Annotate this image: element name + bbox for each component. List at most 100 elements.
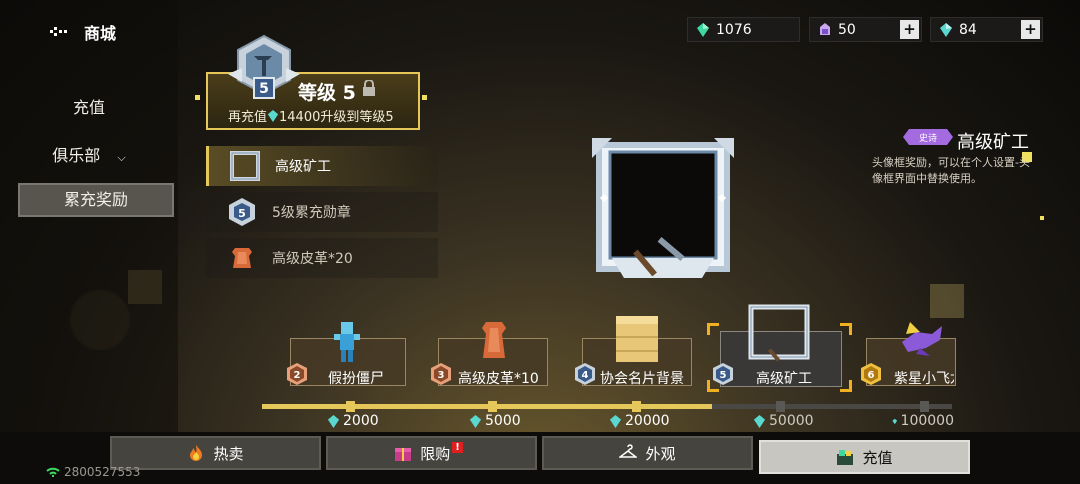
- fire-icon: [190, 445, 203, 461]
- reward-item-frame[interactable]: 高级矿工: [206, 146, 438, 186]
- reward-detail-desc: 头像框奖励，可以在个人设置-头像框界面中替换使用。: [872, 156, 1030, 185]
- user-id: 2800527553: [46, 465, 140, 479]
- gem-icon: [892, 418, 898, 424]
- avatar-frame-preview: [592, 138, 734, 278]
- threshold-amount: 100000: [892, 413, 954, 429]
- wifi-icon: [46, 467, 60, 477]
- tab-hot[interactable]: 热卖: [110, 436, 321, 470]
- floating-particle: [930, 284, 964, 318]
- shop-screen: 商城 充值 俱乐部 ⌵ 累充奖励 1076 50 + 84 + 5 等级 5 再…: [0, 0, 1080, 484]
- gem-count: 1076: [716, 21, 752, 38]
- step-badge-5: 5: [713, 363, 733, 385]
- sidebar-item-label: 俱乐部: [52, 146, 101, 165]
- tab-label: 热卖: [213, 444, 244, 463]
- hint-suffix: 升级到等级5: [320, 110, 394, 125]
- uid-text: 2800527553: [64, 465, 141, 479]
- sidebar-item-recharge[interactable]: 充值: [0, 94, 178, 118]
- crystal-count: 50: [838, 21, 856, 38]
- svg-text:5: 5: [238, 207, 246, 220]
- leather-icon: [232, 248, 252, 268]
- purple-dragon-icon: [902, 322, 942, 356]
- track-label: 紫星小飞龙: [894, 371, 954, 387]
- level-badge-icon: 5: [228, 34, 300, 99]
- svg-text:史诗: 史诗: [919, 132, 937, 144]
- green-gem-icon: [697, 22, 709, 37]
- add-crystal-button[interactable]: +: [900, 20, 919, 39]
- zombie-icon: [334, 322, 360, 362]
- threshold-amount: 20000: [609, 413, 670, 429]
- threshold-amount: 2000: [327, 413, 379, 429]
- gem-icon: [327, 414, 340, 428]
- selection-bracket: [840, 380, 852, 392]
- step-badge-2: 2: [287, 363, 307, 385]
- level-title: 等级 5: [298, 82, 356, 104]
- tab-label: 外观: [645, 444, 676, 463]
- step-badge-6: 6: [861, 363, 881, 385]
- floating-particle: [422, 95, 427, 100]
- avatar-frame-icon: [230, 151, 260, 181]
- reward-item-leather[interactable]: 高级皮革*20: [206, 238, 438, 278]
- reward-label: 高级皮革*20: [272, 251, 353, 267]
- progress-tick: [632, 401, 641, 412]
- card-background-icon: [616, 316, 658, 362]
- alert-badge: !: [452, 441, 463, 453]
- gem-icon: [267, 110, 279, 122]
- progress-tick: [346, 401, 355, 412]
- progress-tick: [920, 401, 929, 412]
- floating-particle: [1040, 216, 1044, 220]
- gift-icon: [395, 448, 412, 461]
- gem-icon: [469, 414, 482, 428]
- threshold-amount: 50000: [753, 413, 814, 429]
- svg-text:6: 6: [868, 370, 875, 381]
- purple-crystal-icon: [820, 22, 830, 35]
- back-arrow-icon: [50, 22, 70, 43]
- back-button[interactable]: 商城: [50, 20, 116, 44]
- svg-text:4: 4: [582, 370, 589, 381]
- reward-label: 高级矿工: [275, 159, 331, 175]
- step-badge-3: 3: [431, 363, 451, 385]
- tab-label: 充值: [862, 448, 893, 467]
- add-teal-gem-button[interactable]: +: [1021, 20, 1040, 39]
- currency-gem: 1076: [687, 17, 800, 42]
- track-label: 协会名片背景: [600, 371, 684, 387]
- level-upgrade-hint: 再充值 14400升级到等级5: [228, 106, 394, 125]
- floating-particle: [195, 95, 200, 100]
- svg-text:5: 5: [259, 81, 269, 97]
- avatar-frame-icon: [748, 304, 810, 362]
- tab-appearance[interactable]: 外观: [542, 436, 753, 470]
- svg-text:5: 5: [720, 370, 727, 381]
- tab-recharge[interactable]: 充值: [759, 440, 970, 474]
- progress-remaining: [712, 404, 952, 409]
- step-badge-4: 4: [575, 363, 595, 385]
- svg-text:3: 3: [438, 370, 445, 381]
- hanger-icon: [619, 444, 638, 458]
- currency-teal-gem: 84 +: [930, 17, 1043, 42]
- selection-bracket: [707, 323, 719, 335]
- teal-gem-count: 84: [959, 21, 977, 38]
- teal-gem-icon: [940, 22, 952, 37]
- gem-icon: [753, 414, 766, 428]
- tab-label: 限购: [420, 444, 451, 463]
- gem-icon: [609, 414, 622, 428]
- track-label: 高级矿工: [756, 371, 812, 387]
- tab-limited[interactable]: 限购 !: [326, 436, 537, 470]
- sidebar-item-club[interactable]: 俱乐部 ⌵: [0, 142, 178, 166]
- reward-item-medal[interactable]: 5 5级累充勋章: [206, 192, 438, 232]
- svg-text:2: 2: [294, 370, 301, 381]
- reward-label: 5级累充勋章: [272, 205, 351, 221]
- chevron-down-icon: ⌵: [117, 151, 126, 164]
- sidebar-item-cumulative-rewards[interactable]: 累充奖励: [18, 183, 174, 217]
- threshold-amount: 5000: [469, 413, 521, 429]
- hint-prefix: 再充值: [228, 110, 268, 125]
- recharge-icon: [837, 450, 854, 465]
- progress-tick: [776, 401, 785, 412]
- currency-crystal: 50 +: [809, 17, 922, 42]
- selection-bracket: [840, 323, 852, 335]
- leather-icon: [482, 322, 506, 358]
- rarity-tag: 史诗: [903, 129, 953, 145]
- page-title: 商城: [84, 24, 117, 43]
- reward-detail-title: 高级矿工: [957, 132, 1029, 153]
- track-label: 假扮僵尸: [328, 371, 384, 387]
- track-label: 高级皮革*10: [458, 371, 539, 387]
- medal-icon: 5: [229, 198, 255, 226]
